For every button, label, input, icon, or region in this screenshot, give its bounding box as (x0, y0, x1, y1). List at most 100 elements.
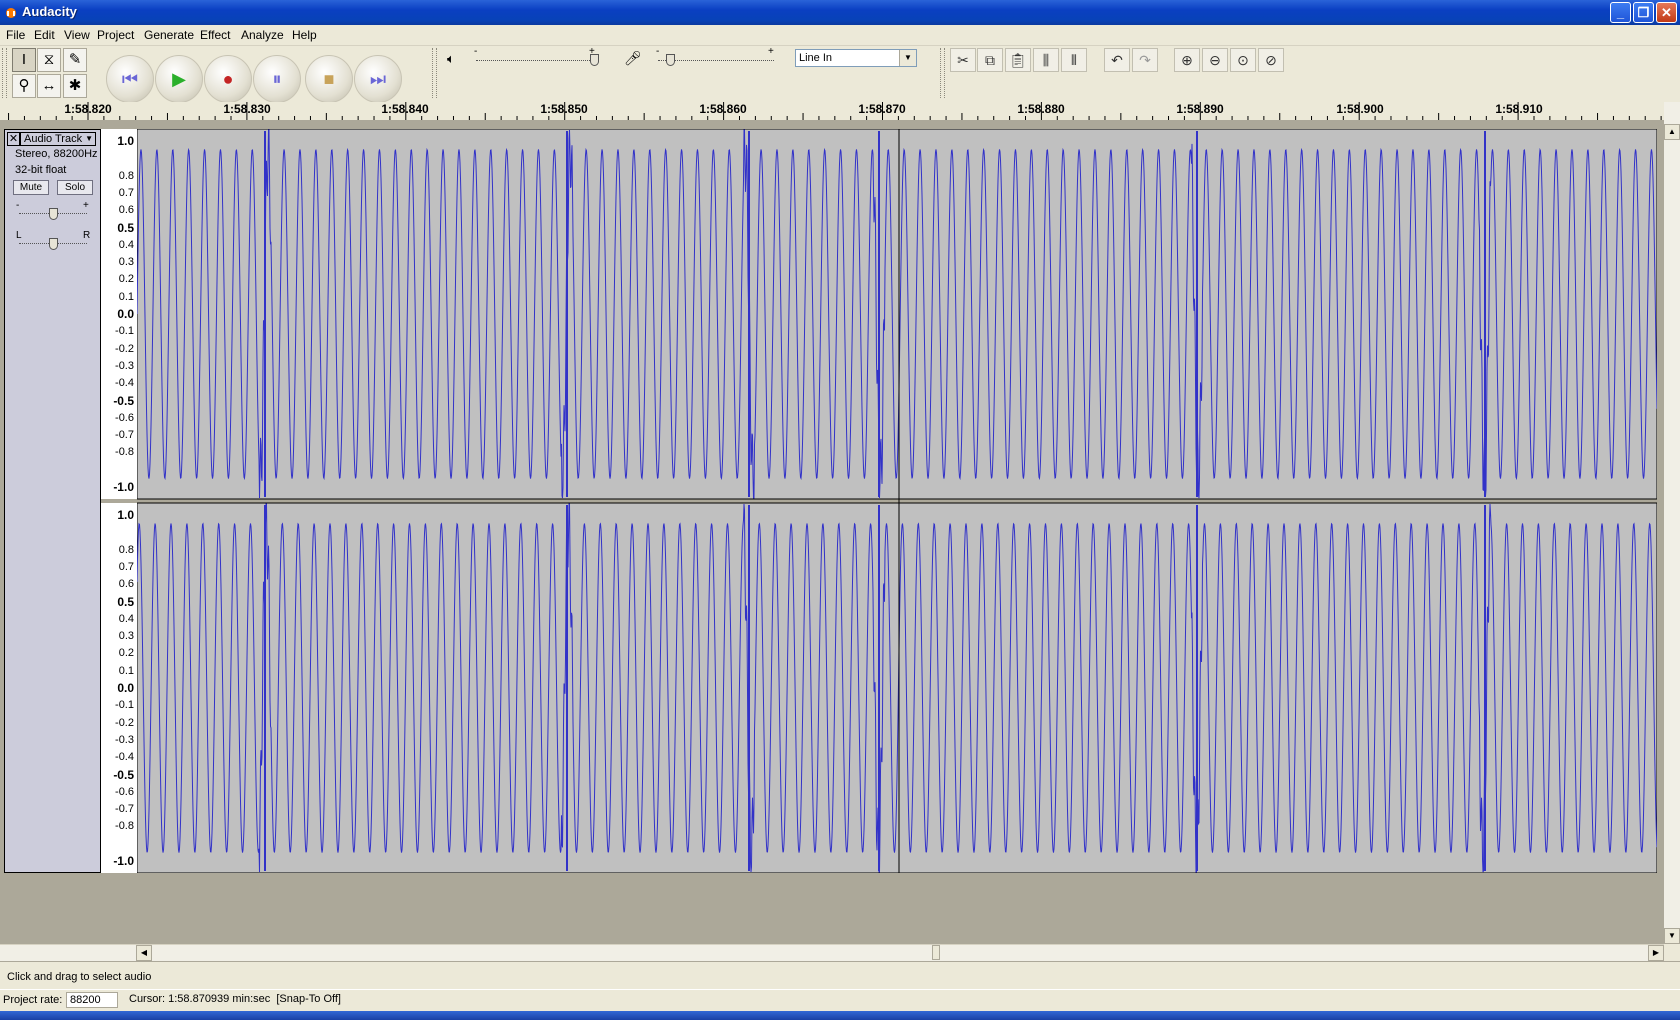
pause-button[interactable]: ⏸ (253, 55, 301, 103)
zoom-tool-button[interactable]: ⚲ (12, 74, 36, 98)
playback-volume-min: - (474, 46, 478, 57)
track-format-info: Stereo, 88200Hz (15, 148, 98, 160)
double-arrow-icon: ↔ (41, 77, 57, 94)
audacity-logo-icon (6, 8, 16, 18)
skip-to-start-button[interactable]: ⏮ (106, 55, 154, 103)
paste-button[interactable]: 📋︎ (1005, 48, 1031, 72)
amplitude-label: 0.2 (118, 273, 134, 286)
timeline-ruler[interactable]: 1:58.820 1:58.830 1:58.840 1:58.850 1:58… (0, 102, 1664, 121)
selection-tool-button[interactable]: I (12, 48, 36, 72)
amplitude-label: 0.3 (118, 256, 134, 269)
track-control-panel: ✕ Audio Track ▼ Stereo, 88200Hz 32-bit f… (4, 129, 101, 873)
cursor-position: Cursor: 1:58.870939 min:sec [Snap-To Off… (126, 992, 344, 1008)
vertical-scrollbar[interactable]: ▲ ▼ (1664, 102, 1680, 944)
snap-status: [Snap-To Off] (276, 993, 341, 1005)
zoom-out-button[interactable]: ⊖ (1202, 48, 1228, 72)
menu-project[interactable]: Project (97, 28, 134, 42)
amplitude-label: -0.6 (115, 785, 134, 798)
mute-button[interactable]: Mute (13, 180, 49, 195)
taskbar (0, 1011, 1680, 1020)
playback-volume-slider[interactable] (590, 54, 599, 66)
menu-analyze[interactable]: Analyze (241, 28, 284, 42)
silence-button[interactable]: ⫴ (1061, 48, 1087, 72)
ruler-label: 1:58.910 (1495, 102, 1543, 116)
amplitude-label: 0.0 (117, 681, 134, 695)
amplitude-label: 0.7 (118, 186, 134, 199)
toolbar-grip[interactable] (432, 48, 437, 98)
amplitude-label: -0.4 (115, 751, 134, 764)
menu-edit[interactable]: Edit (34, 28, 55, 42)
track-name: Audio Track (24, 133, 83, 145)
track-name-menu[interactable]: Audio Track ▼ (20, 132, 96, 146)
amplitude-label: 0.6 (118, 204, 134, 217)
minimize-icon: _ (1616, 5, 1625, 20)
amplitude-ruler-left-channel: 1.0 0.8 0.7 0.6 0.5 0.4 0.3 0.2 0.1 0.0 -0.1 -0.2 -0… (101, 129, 138, 499)
zoom-in-icon: ⊕ (1181, 52, 1193, 68)
minimize-button[interactable]: _ (1610, 2, 1631, 23)
horizontal-scrollbar[interactable]: ◀ ▶ (0, 944, 1664, 961)
zoom-in-button[interactable]: ⊕ (1174, 48, 1200, 72)
record-volume-slider[interactable] (665, 54, 675, 66)
menu-view[interactable]: View (64, 28, 90, 42)
menu-file[interactable]: File (6, 28, 25, 42)
menu-effect[interactable]: Effect (200, 28, 230, 42)
input-source-value: Line In (799, 52, 833, 64)
amplitude-label: -0.5 (113, 767, 134, 782)
record-volume-min: - (656, 46, 660, 57)
restore-button[interactable]: ❐ (1633, 2, 1654, 23)
waveform-display[interactable] (137, 129, 1657, 873)
amplitude-label: -0.7 (115, 429, 134, 442)
ruler-label: 1:58.840 (381, 102, 429, 116)
amplitude-label: -0.5 (113, 393, 134, 408)
project-rate-field[interactable]: 88200 (66, 992, 118, 1008)
time-shift-tool-button[interactable]: ↔ (37, 74, 61, 98)
close-button[interactable]: ✕ (1656, 2, 1677, 23)
play-button[interactable]: ▶ (155, 55, 203, 103)
speaker-icon: 🔈︎ (447, 51, 455, 66)
amplitude-label: -0.2 (115, 342, 134, 355)
fit-project-button[interactable]: ⊘ (1258, 48, 1284, 72)
menu-help[interactable]: Help (292, 28, 317, 42)
scroll-up-icon[interactable]: ▲ (1664, 124, 1680, 140)
toolbar-grip[interactable] (940, 48, 945, 98)
stop-button[interactable]: ■ (305, 55, 353, 103)
restore-icon: ❐ (1637, 5, 1650, 20)
ruler-label: 1:58.850 (540, 102, 588, 116)
amplitude-label: -0.6 (115, 411, 134, 424)
playback-volume-track[interactable] (476, 60, 594, 62)
input-source-select[interactable]: Line In ▼ (795, 49, 917, 67)
multi-tool-button[interactable]: ✱ (63, 74, 87, 98)
amplitude-label: 0.5 (117, 220, 134, 235)
amplitude-label: -0.1 (115, 325, 134, 338)
toolbar-grip[interactable] (2, 48, 7, 98)
paste-icon: 📋︎ (1009, 52, 1027, 68)
skip-to-end-button[interactable]: ⏭ (354, 55, 402, 103)
record-volume-track[interactable] (658, 60, 774, 62)
record-icon: ● (222, 69, 234, 89)
amplitude-label: 0.8 (118, 169, 134, 182)
fit-selection-button[interactable]: ⊙ (1230, 48, 1256, 72)
scroll-down-icon[interactable]: ▼ (1664, 928, 1680, 944)
undo-button[interactable]: ↶ (1104, 48, 1130, 72)
pan-slider[interactable] (49, 238, 58, 250)
skip-to-start-icon: ⏮ (121, 69, 139, 89)
solo-button[interactable]: Solo (57, 180, 93, 195)
fit-project-icon: ⊘ (1265, 52, 1277, 68)
scroll-left-icon[interactable]: ◀ (136, 945, 152, 961)
track-close-button[interactable]: ✕ (7, 132, 20, 146)
copy-button[interactable]: ⧉ (977, 48, 1003, 72)
draw-tool-button[interactable]: ✎ (63, 48, 87, 72)
scroll-right-icon[interactable]: ▶ (1648, 945, 1664, 961)
gain-slider[interactable] (49, 208, 58, 220)
chevron-down-icon: ▼ (899, 50, 916, 66)
envelope-tool-button[interactable]: ⧖ (37, 48, 61, 72)
pan-right-label: R (83, 230, 91, 241)
cut-button[interactable]: ✂ (950, 48, 976, 72)
record-button[interactable]: ● (204, 55, 252, 103)
menu-generate[interactable]: Generate (144, 28, 194, 42)
ruler-label: 1:58.860 (699, 102, 747, 116)
redo-button[interactable]: ↷ (1132, 48, 1158, 72)
trim-button[interactable]: ⫼ (1033, 48, 1059, 72)
close-icon: ✕ (1661, 5, 1672, 20)
scroll-thumb[interactable] (932, 945, 940, 960)
